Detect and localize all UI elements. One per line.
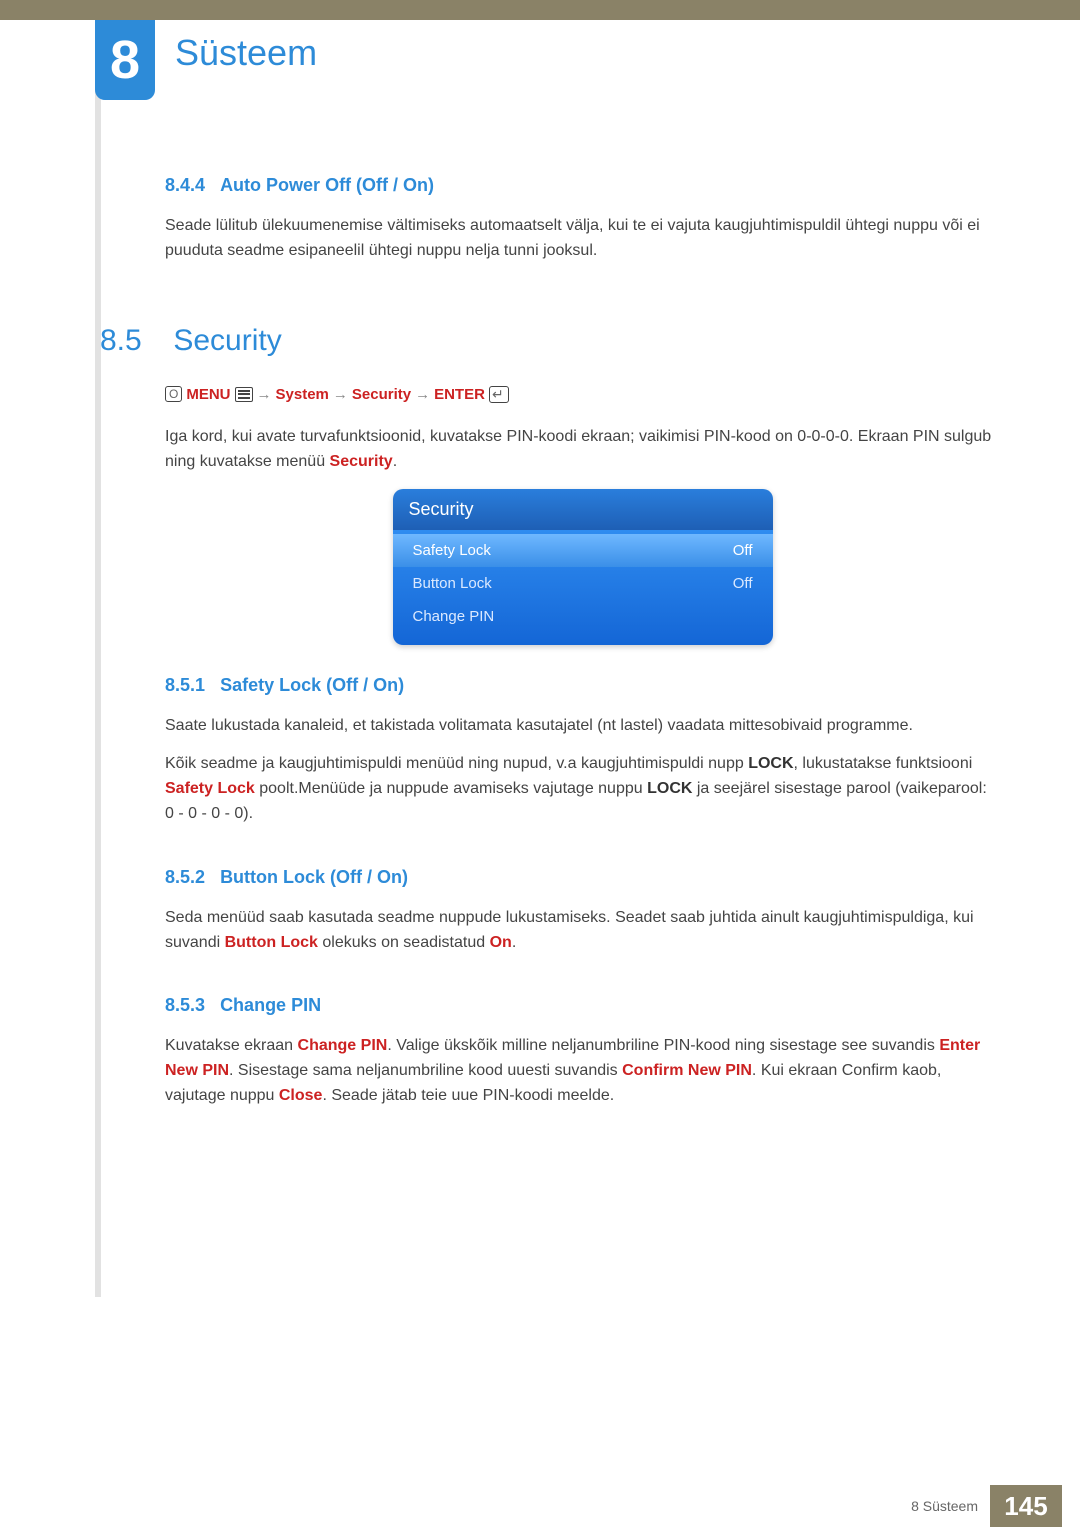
heading-851: 8.5.1 Safety Lock (Off / On) xyxy=(165,675,1000,696)
chapter-title: Süsteem xyxy=(175,32,317,74)
arrow-icon: → xyxy=(257,386,272,403)
kw-security: Security xyxy=(330,453,393,470)
section-title: Auto Power Off (Off / On) xyxy=(220,175,434,195)
text: Kõik seadme ja kaugjuhtimispuldi menüüd … xyxy=(165,755,748,772)
section-title: Button Lock (Off / On) xyxy=(220,867,408,887)
kw-on: On xyxy=(490,934,512,951)
osd-title: Security xyxy=(393,489,773,530)
heading-85: 8.5 Security xyxy=(165,324,1000,358)
page-footer: 8 Süsteem 145 xyxy=(0,1485,1080,1527)
section-title: Safety Lock (Off / On) xyxy=(220,675,404,695)
nav-security-label: Security xyxy=(352,386,411,403)
paragraph-844: Seade lülitub ülekuumenemise vältimiseks… xyxy=(165,214,1000,264)
text: . Valige ükskõik milline neljanumbriline… xyxy=(387,1037,939,1054)
paragraph-852: Seda menüüd saab kasutada seadme nuppude… xyxy=(165,906,1000,956)
osd-row-value: Off xyxy=(733,575,753,592)
footer-chapter-text: 8 Süsteem xyxy=(911,1498,990,1514)
osd-row-label: Safety Lock xyxy=(413,542,491,559)
section-number: 8.5.1 xyxy=(165,675,205,695)
text: Iga kord, kui avate turvafunktsioonid, k… xyxy=(165,428,991,470)
paragraph-851-1: Saate lukustada kanaleid, et takistada v… xyxy=(165,714,1000,739)
paragraph-85-intro: Iga kord, kui avate turvafunktsioonid, k… xyxy=(165,425,1000,475)
remote-icon: O xyxy=(165,386,182,402)
paragraph-851-2: Kõik seadme ja kaugjuhtimispuldi menüüd … xyxy=(165,752,1000,826)
osd-body: Safety Lock Off Button Lock Off Change P… xyxy=(393,530,773,645)
nav-system-label: System xyxy=(276,386,329,403)
arrow-icon: → xyxy=(415,386,430,403)
section-number: 8.5.2 xyxy=(165,867,205,887)
footer-page-number: 145 xyxy=(990,1485,1062,1527)
nav-enter-label: ENTER xyxy=(434,386,485,403)
section-number: 8.5.3 xyxy=(165,995,205,1015)
arrow-icon: → xyxy=(333,386,348,403)
text: . xyxy=(512,934,516,951)
osd-row-value: Off xyxy=(733,542,753,559)
text: , lukustatakse funktsiooni xyxy=(794,755,973,772)
kw-safety-lock: Safety Lock xyxy=(165,780,255,797)
text: poolt.Menüüde ja nuppude avamiseks vajut… xyxy=(255,780,647,797)
kw-lock: LOCK xyxy=(647,780,692,797)
osd-row-label: Change PIN xyxy=(413,608,495,625)
paragraph-853: Kuvatakse ekraan Change PIN. Valige üksk… xyxy=(165,1034,1000,1108)
nav-menu-label: MENU xyxy=(186,386,230,403)
menu-icon xyxy=(235,387,253,402)
top-accent-bar xyxy=(0,0,1080,20)
kw-lock: LOCK xyxy=(748,755,793,772)
osd-row-change-pin[interactable]: Change PIN xyxy=(393,600,773,633)
osd-row-safety-lock[interactable]: Safety Lock Off xyxy=(393,534,773,567)
footer-padding xyxy=(1062,1485,1080,1527)
text: . xyxy=(393,453,397,470)
left-accent-bar xyxy=(95,20,101,1297)
chapter-number: 8 xyxy=(110,29,140,91)
heading-853: 8.5.3 Change PIN xyxy=(165,995,1000,1016)
chapter-number-tab: 8 xyxy=(95,20,155,100)
section-number: 8.5 xyxy=(100,324,165,358)
text: olekuks on seadistatud xyxy=(318,934,490,951)
osd-row-button-lock[interactable]: Button Lock Off xyxy=(393,567,773,600)
kw-button-lock: Button Lock xyxy=(225,934,318,951)
heading-852: 8.5.2 Button Lock (Off / On) xyxy=(165,867,1000,888)
section-number: 8.4.4 xyxy=(165,175,205,195)
kw-confirm-new-pin: Confirm New PIN xyxy=(622,1062,752,1079)
text: Kuvatakse ekraan xyxy=(165,1037,298,1054)
menu-navigation-path: O MENU → System → Security → ENTER ↵ xyxy=(165,386,1000,403)
page-content: 8.4.4 Auto Power Off (Off / On) Seade lü… xyxy=(165,175,1000,1123)
heading-844: 8.4.4 Auto Power Off (Off / On) xyxy=(165,175,1000,196)
section-title: Security xyxy=(173,324,281,357)
section-title: Change PIN xyxy=(220,995,321,1015)
text: . Seade jätab teie uue PIN-koodi meelde. xyxy=(322,1087,614,1104)
osd-security-menu: Security Safety Lock Off Button Lock Off… xyxy=(393,489,773,645)
kw-change-pin: Change PIN xyxy=(298,1037,388,1054)
text: . Sisestage sama neljanumbriline kood uu… xyxy=(229,1062,622,1079)
kw-close: Close xyxy=(279,1087,323,1104)
osd-row-label: Button Lock xyxy=(413,575,492,592)
enter-icon: ↵ xyxy=(489,386,509,403)
